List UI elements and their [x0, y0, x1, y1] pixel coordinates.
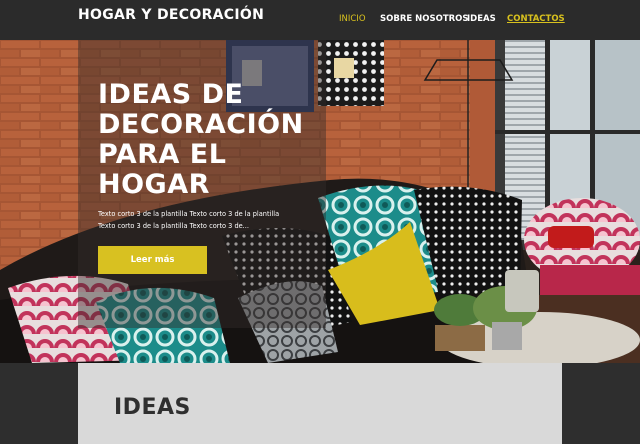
nav-item-inicio[interactable]: INICIO: [339, 14, 366, 24]
section-title: IDEAS: [114, 395, 191, 420]
ideas-section: IDEAS: [78, 363, 562, 444]
hero-banner: IDEAS DE DECORACIÓN PARA EL HOGAR Texto …: [0, 40, 640, 363]
nav-item-ideas[interactable]: IDEAS: [467, 14, 496, 24]
top-bar: HOGAR Y DECORACIÓN INICIO SOBRE NOSOTROS…: [0, 0, 640, 40]
read-more-button[interactable]: Leer más: [98, 246, 207, 274]
nav-item-sobre-nosotros[interactable]: SOBRE NOSOTROS: [380, 14, 469, 24]
nav-item-contactos[interactable]: CONTACTOS: [507, 14, 565, 24]
hero-title: IDEAS DE DECORACIÓN PARA EL HOGAR: [98, 79, 304, 200]
main-nav: INICIO SOBRE NOSOTROS IDEAS CONTACTOS: [0, 14, 640, 28]
hero-description: Texto corto 3 de la plantilla Texto cort…: [98, 210, 280, 230]
